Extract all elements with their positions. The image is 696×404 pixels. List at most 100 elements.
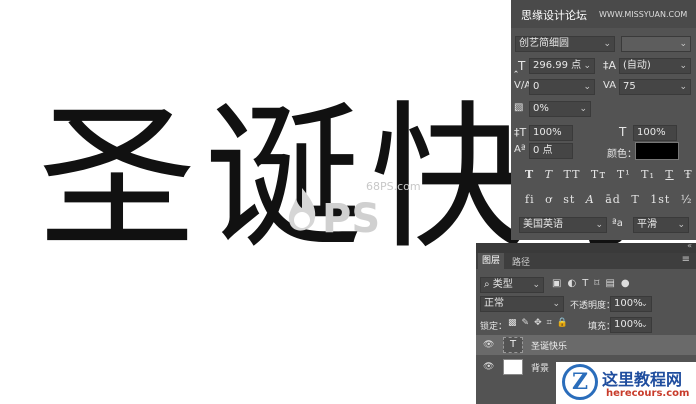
vertical-scale-field[interactable]: 100% xyxy=(529,125,573,141)
fill-value: 100% xyxy=(614,319,643,330)
logo-cn: 这里教程网 xyxy=(602,370,683,389)
kerning-field[interactable]: 0 ⌄ xyxy=(529,79,595,95)
lock-all-icon[interactable]: 🔒 xyxy=(557,318,573,328)
chevron-down-icon: ⌄ xyxy=(583,82,591,92)
leading-value: (自动) xyxy=(623,60,651,71)
vertical-scale-value: 100% xyxy=(533,127,562,138)
lock-label: 锁定： xyxy=(480,322,508,332)
watermark-site: 68PS.com xyxy=(366,180,421,193)
kerning-value: 0 xyxy=(533,81,540,92)
tsume-field[interactable]: 0% ⌄ xyxy=(529,101,591,117)
color-label: 颜色： xyxy=(607,149,637,160)
horizontal-scale-value: 100% xyxy=(637,127,666,138)
shape-filter-icon[interactable]: ⌑ xyxy=(594,278,605,289)
font-family-select[interactable]: 创艺简细圆 ⌄ xyxy=(515,36,615,52)
tsume-value: 0% xyxy=(533,103,549,114)
filter-toggle-icon[interactable]: ● xyxy=(621,278,636,289)
horizontal-scale-field[interactable]: 100% xyxy=(633,125,677,141)
color-swatch[interactable] xyxy=(635,142,679,160)
chevron-down-icon: ⌄ xyxy=(679,61,687,71)
font-size-field[interactable]: 296.99 点 ⌄ xyxy=(529,58,595,74)
tab-layers[interactable]: 图层 xyxy=(478,253,505,269)
baseline-shift-icon: Aª xyxy=(514,144,526,155)
baseline-shift-field[interactable]: 0 点 xyxy=(529,143,573,159)
underline-button[interactable]: T xyxy=(665,168,673,181)
lock-position-icon[interactable]: ✥ xyxy=(534,318,547,328)
panel-menu-icon[interactable]: ≡ xyxy=(682,254,690,265)
opacity-value: 100% xyxy=(614,298,643,309)
fill-field[interactable]: 100% ⌄ xyxy=(610,317,652,333)
chevron-down-icon: ⌄ xyxy=(679,39,687,49)
collapse-icon[interactable]: « xyxy=(687,241,692,250)
stylistic-alternates-button[interactable]: A xyxy=(586,193,595,206)
blend-mode-select[interactable]: 正常 ⌄ xyxy=(480,296,564,312)
superscript-button[interactable]: T¹ xyxy=(617,168,631,181)
all-caps-button[interactable]: TT xyxy=(564,168,581,181)
pixel-filter-icon[interactable]: ▣ xyxy=(552,278,567,289)
antialias-icon: ªa xyxy=(612,218,623,229)
ligatures-button[interactable]: fi xyxy=(525,193,535,206)
chevron-down-icon: ⌄ xyxy=(595,220,603,230)
chevron-down-icon: ⌄ xyxy=(677,220,685,230)
layer-filter-value: 类型 xyxy=(492,279,513,290)
filter-icons: ▣◐T⌑▤● xyxy=(552,278,636,289)
font-family-value: 创艺简细圆 xyxy=(519,38,569,49)
horizontal-scale-icon: T xyxy=(619,125,627,139)
lock-image-icon[interactable]: ✎ xyxy=(522,318,535,328)
subscript-button[interactable]: T₁ xyxy=(641,168,655,181)
chevron-down-icon: ⌄ xyxy=(583,61,591,71)
opacity-field[interactable]: 100% ⌄ xyxy=(610,296,652,312)
layer-name: 背景 xyxy=(531,364,550,374)
ordinals-button[interactable]: T xyxy=(631,193,639,206)
blend-mode-value: 正常 xyxy=(484,298,504,309)
eye-icon[interactable]: 👁 xyxy=(483,362,494,372)
smart-object-filter-icon[interactable]: ▤ xyxy=(605,278,620,289)
eye-icon[interactable]: 👁 xyxy=(483,340,494,350)
leading-field[interactable]: (自动) ⌄ xyxy=(619,58,691,74)
language-select[interactable]: 美国英语 ⌄ xyxy=(519,217,607,233)
tracking-icon: VA xyxy=(603,80,617,91)
layer-row-text[interactable]: 👁 T 圣诞快乐 xyxy=(476,335,696,355)
character-panel-header: 思缘设计论坛 WWW.MISSYUAN.COM xyxy=(511,0,696,28)
background-layer-thumbnail xyxy=(503,359,523,375)
tsume-icon: ▧ xyxy=(514,102,524,113)
chevron-down-icon: ⌄ xyxy=(679,82,687,92)
baseline-shift-value: 0 点 xyxy=(533,145,553,156)
chevron-down-icon: ⌄ xyxy=(603,39,611,49)
faux-italic-button[interactable]: T xyxy=(545,168,553,181)
site-logo: Z 这里教程网 herecours.com xyxy=(556,362,696,404)
adjustment-filter-icon[interactable]: ◐ xyxy=(567,278,582,289)
lock-artboard-icon[interactable]: ⌗ xyxy=(547,318,557,328)
lock-transparent-icon[interactable]: ▩ xyxy=(508,318,522,328)
strikethrough-button[interactable]: Ŧ xyxy=(684,168,692,181)
small-caps-button[interactable]: Tт xyxy=(591,168,606,181)
style-buttons-row: T T TT Tт T¹ T₁ T Ŧ xyxy=(525,168,693,181)
antialias-select[interactable]: 平滑 ⌄ xyxy=(633,217,689,233)
layers-panel-titlebar[interactable]: « xyxy=(476,241,696,253)
ordinals-st-button[interactable]: 1st xyxy=(650,193,670,206)
tracking-field[interactable]: 75 ⌄ xyxy=(619,79,691,95)
layers-tabs: 图层 路径 ≡ xyxy=(476,253,696,269)
layer-name: 圣诞快乐 xyxy=(531,342,568,352)
faux-bold-button[interactable]: T xyxy=(525,168,534,181)
watermark-flame-icon xyxy=(282,186,322,240)
watermark-ps: PS xyxy=(322,196,381,242)
chevron-down-icon: ⌄ xyxy=(552,299,560,309)
lock-icons: ▩✎✥⌗🔒 xyxy=(508,318,573,328)
opacity-label: 不透明度： xyxy=(570,301,616,311)
opentype-buttons-row: fi ơ st A ād T 1st ½ xyxy=(525,193,692,206)
chevron-down-icon: ⌄ xyxy=(640,299,648,309)
type-filter-icon[interactable]: T xyxy=(582,278,594,289)
swash-button[interactable]: st xyxy=(563,193,575,206)
antialias-value: 平滑 xyxy=(637,219,657,230)
tab-paths[interactable]: 路径 xyxy=(512,255,530,268)
discretionary-ligatures-button[interactable]: ơ xyxy=(545,193,553,206)
logo-en: herecours.com xyxy=(606,388,690,399)
titling-alternates-button[interactable]: ād xyxy=(605,193,621,206)
chevron-down-icon: ⌄ xyxy=(579,104,587,114)
layer-filter-select[interactable]: ⌕ 类型 ⌄ xyxy=(480,277,544,293)
chevron-down-icon: ⌄ xyxy=(532,280,540,290)
fractions-button[interactable]: ½ xyxy=(681,193,693,206)
language-value: 美国英语 xyxy=(523,219,563,230)
font-style-select[interactable]: ⌄ xyxy=(621,36,691,52)
